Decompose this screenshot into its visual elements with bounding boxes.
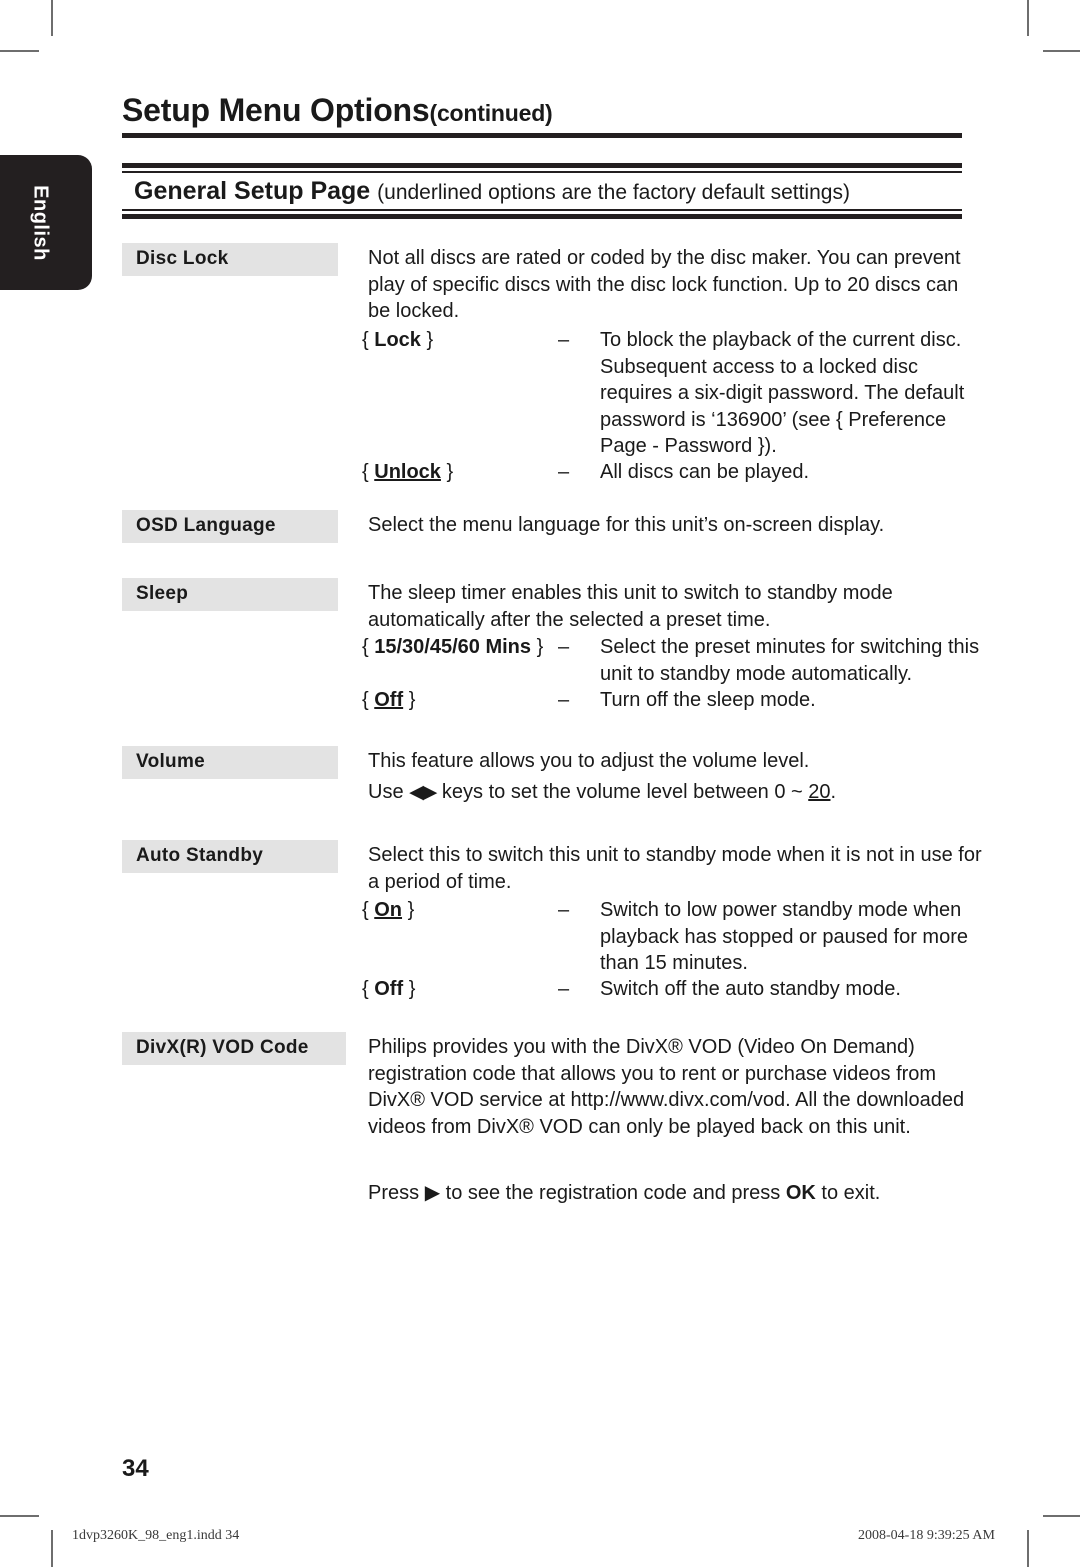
volume-default-value: 20 [808, 781, 831, 803]
option-key-sleep-mins: { 15/30/45/60 Mins } [362, 636, 544, 658]
divx-press-text: Press [368, 1182, 425, 1204]
entry-intro-osd-language: Select the menu language for this unit’s… [368, 514, 885, 536]
option-key-sleep-off: { Off } [362, 689, 416, 711]
entry-intro-divx-vod-code: Philips provides you with the DivX® VOD … [368, 1036, 965, 1138]
crop-mark-bottom-right-horizontal [1043, 1515, 1080, 1517]
left-right-arrow-keys-icon: ◀▶ [409, 782, 437, 803]
entry-divx-press-line: Press ▶ to see the registration code and… [368, 1180, 988, 1207]
entry-auto-standby: Auto Standby Select this to switch this … [122, 840, 982, 1010]
entry-volume: Volume This feature allows you to adjust… [122, 746, 972, 816]
option-desc-sleep-off: Turn off the sleep mode. [600, 689, 816, 711]
divx-press-mid-text: to see the registration code and press [440, 1182, 786, 1204]
entry-disc-lock: Disc Lock Not all discs are rated or cod… [122, 243, 972, 488]
crop-mark-top-right-horizontal [1043, 50, 1080, 52]
section-heading: General Setup Page (underlined options a… [134, 177, 850, 206]
option-desc-sleep-mins: Select the preset minutes for switching … [600, 636, 980, 685]
option-dash-sleep-off: – [558, 689, 570, 711]
entry-intro-auto-standby: Select this to switch this unit to stand… [368, 844, 982, 893]
entry-label-auto-standby: Auto Standby [122, 840, 338, 873]
entry-label-divx-vod-code: DivX(R) VOD Code [122, 1032, 346, 1065]
entry-sleep: Sleep The sleep timer enables this unit … [122, 578, 979, 723]
option-dash-standby-off: – [558, 978, 570, 1000]
entry-volume-keys-line: Use ◀▶ keys to set the volume level betw… [368, 779, 1008, 807]
section-heading-title: General Setup Page [134, 177, 371, 205]
option-key-lock: { Lock } [362, 329, 434, 351]
section-rule-top-thick [122, 163, 962, 168]
title-rule [122, 133, 962, 138]
entry-divx-vod-code: DivX(R) VOD Code Philips provides you wi… [122, 1032, 972, 1222]
option-dash-sleep-mins: – [558, 636, 570, 658]
option-dash-lock: – [558, 329, 570, 351]
crop-mark-bottom-left-horizontal [0, 1515, 39, 1517]
entry-label-volume: Volume [122, 746, 338, 779]
volume-use-text: Use [368, 781, 410, 803]
option-dash-standby-on: – [558, 899, 570, 921]
section-rule-bottom-thick [122, 214, 962, 219]
crop-mark-bottom-left-vertical [51, 1530, 53, 1567]
option-desc-standby-off: Switch off the auto standby mode. [600, 978, 901, 1000]
crop-mark-top-left-horizontal [0, 50, 39, 52]
page-title: Setup Menu Options(continued) [122, 92, 553, 129]
option-desc-lock: To block the playback of the current dis… [600, 329, 965, 457]
section-rule-top-thin [122, 171, 962, 173]
page-title-main: Setup Menu Options [122, 92, 430, 128]
footer-timestamp: 2008-04-18 9:39:25 AM [858, 1528, 995, 1543]
option-key-unlock: { Unlock } [362, 461, 454, 483]
crop-mark-top-left-vertical [51, 0, 53, 36]
volume-range-text: keys to set the volume level between 0 ~ [436, 781, 809, 803]
section-heading-note: (underlined options are the factory defa… [377, 181, 850, 204]
option-key-standby-on: { On } [362, 899, 415, 921]
crop-mark-top-right-vertical [1027, 0, 1029, 36]
entry-intro-volume: This feature allows you to adjust the vo… [368, 750, 810, 772]
option-desc-standby-on: Switch to low power standby mode when pl… [600, 899, 968, 974]
section-rule-bottom-thin [122, 209, 962, 211]
option-desc-unlock: All discs can be played. [600, 461, 810, 483]
crop-mark-bottom-right-vertical [1027, 1530, 1029, 1567]
entry-osd-language: OSD Language Select the menu language fo… [122, 510, 972, 550]
entry-label-sleep: Sleep [122, 578, 338, 611]
language-tab: English [0, 155, 92, 290]
divx-press-post-text: to exit. [815, 1182, 881, 1204]
language-tab-label: English [29, 184, 52, 261]
entry-label-disc-lock: Disc Lock [122, 243, 338, 276]
right-arrow-icon: ▶ [424, 1182, 441, 1204]
page-title-continued: (continued) [429, 100, 553, 126]
page-number: 34 [122, 1455, 149, 1482]
entry-intro-disc-lock: Not all discs are rated or coded by the … [368, 247, 961, 322]
entry-label-osd-language: OSD Language [122, 510, 338, 543]
volume-range-period: . [830, 781, 837, 803]
ok-button-label: OK [785, 1182, 816, 1204]
footer-filename: 1dvp3260K_98_eng1.indd 34 [72, 1528, 240, 1543]
option-key-standby-off: { Off } [362, 978, 416, 1000]
entry-intro-sleep: The sleep timer enables this unit to swi… [368, 582, 893, 631]
option-dash-unlock: – [558, 461, 570, 483]
